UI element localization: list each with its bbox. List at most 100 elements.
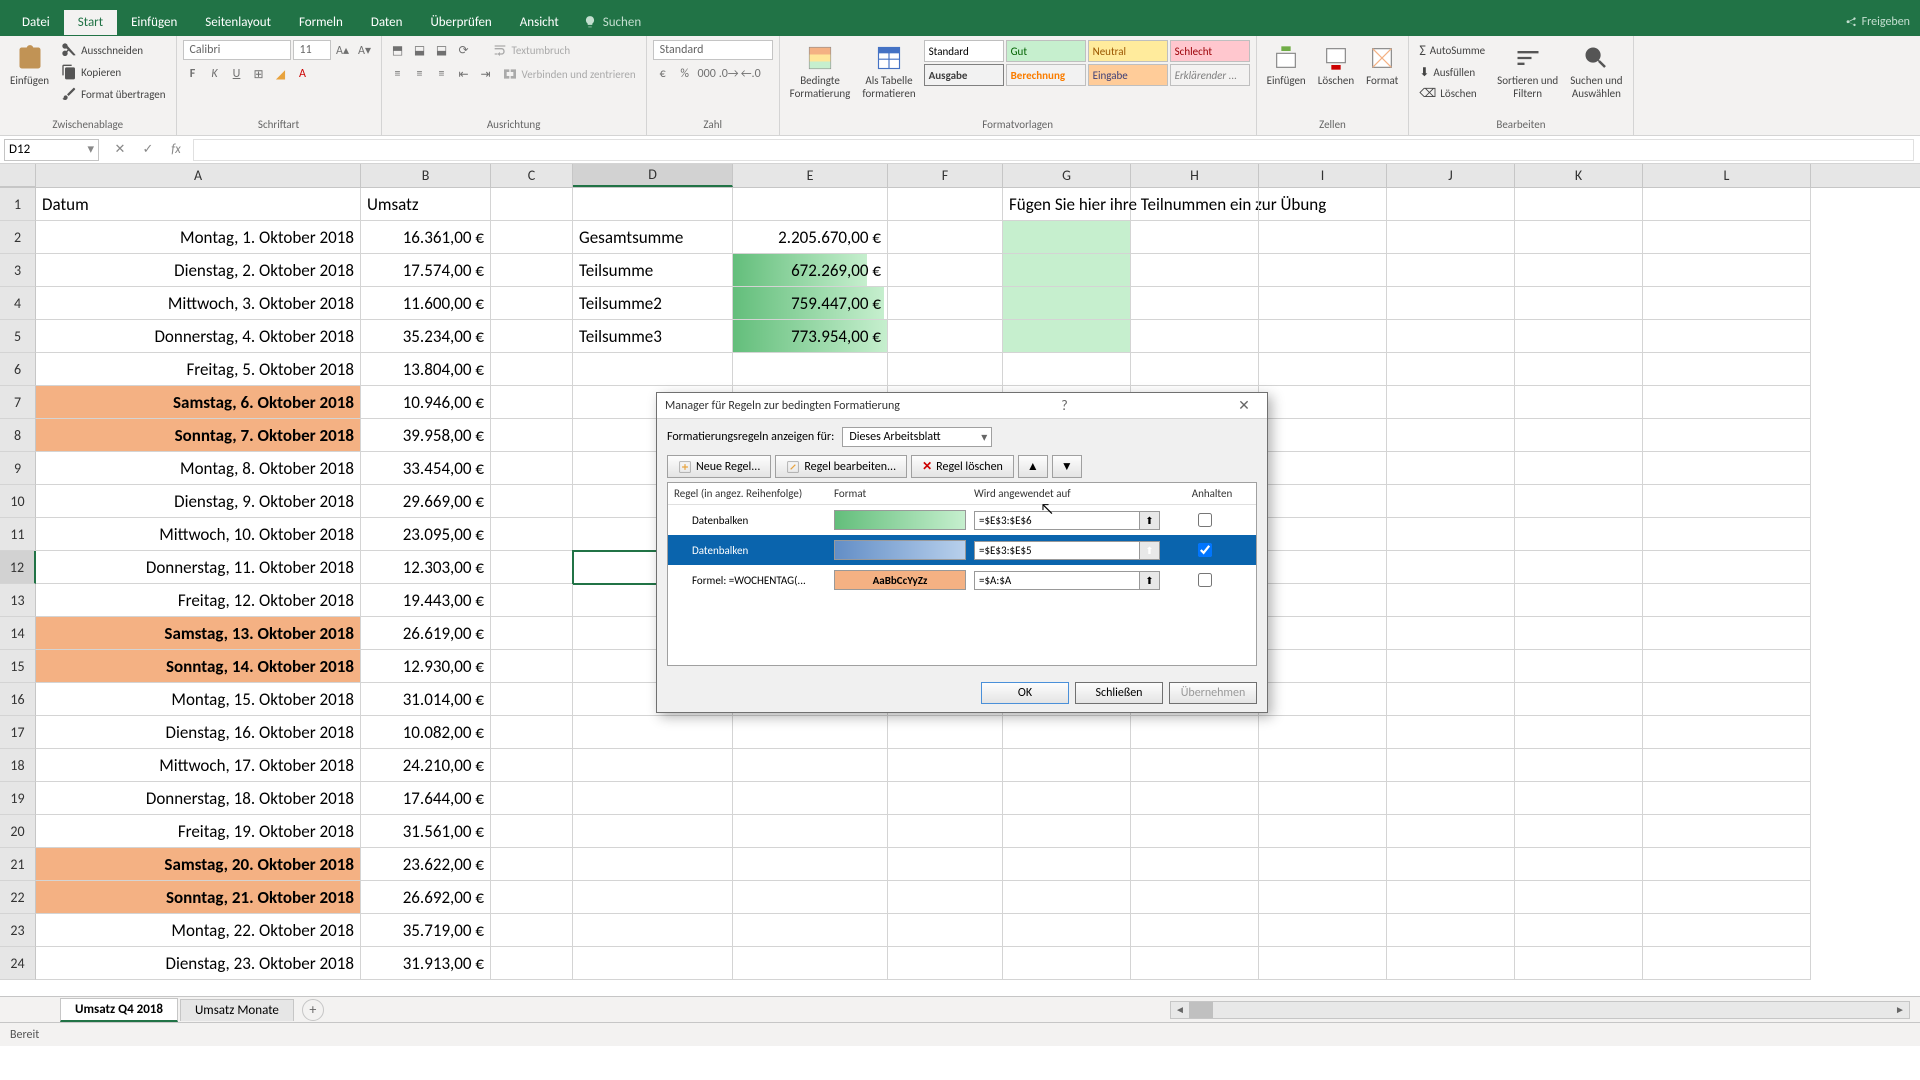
cell[interactable]	[888, 947, 1003, 980]
cell[interactable]	[491, 584, 573, 617]
cell[interactable]	[1259, 848, 1387, 881]
cell[interactable]	[1387, 221, 1515, 254]
cell[interactable]: 12.930,00 €	[361, 650, 491, 683]
cell[interactable]	[1643, 320, 1811, 353]
row-header[interactable]: 12	[0, 551, 36, 584]
cell[interactable]: 13.804,00 €	[361, 353, 491, 386]
sheet-tab-other[interactable]: Umsatz Monate	[180, 999, 294, 1021]
row-header[interactable]: 24	[0, 947, 36, 980]
row-header[interactable]: 3	[0, 254, 36, 287]
cell[interactable]	[1387, 749, 1515, 782]
col-header-a[interactable]: A	[36, 164, 361, 187]
dialog-close-button-footer[interactable]: Schließen	[1075, 682, 1163, 704]
stop-if-true-checkbox[interactable]	[1198, 573, 1212, 587]
tab-datei[interactable]: Datei	[8, 10, 64, 35]
dialog-apply-button[interactable]: Übernehmen	[1169, 682, 1257, 704]
cell[interactable]	[1259, 485, 1387, 518]
align-bottom-icon[interactable]: ⬓	[432, 40, 452, 60]
style-standard[interactable]: Standard	[924, 40, 1004, 62]
cell[interactable]: 33.454,00 €	[361, 452, 491, 485]
cell[interactable]	[1003, 782, 1131, 815]
row-header[interactable]: 22	[0, 881, 36, 914]
row-header[interactable]: 16	[0, 683, 36, 716]
cell[interactable]	[733, 716, 888, 749]
merge-center-button[interactable]: Verbinden und zentrieren	[498, 64, 640, 84]
decrease-decimal-icon[interactable]: ←.0	[741, 64, 761, 84]
cut-button[interactable]: Ausschneiden	[57, 40, 169, 60]
col-header-c[interactable]: C	[491, 164, 573, 187]
style-eingabe[interactable]: Eingabe	[1088, 64, 1168, 86]
cell[interactable]	[1259, 947, 1387, 980]
fx-button[interactable]: fx	[165, 139, 187, 161]
cell[interactable]	[1515, 287, 1643, 320]
cell[interactable]	[888, 782, 1003, 815]
cell[interactable]: 35.719,00 €	[361, 914, 491, 947]
cell[interactable]: Sonntag, 14. Oktober 2018	[36, 650, 361, 683]
move-rule-down-button[interactable]: ▼	[1052, 455, 1082, 478]
cell[interactable]	[491, 815, 573, 848]
cell[interactable]	[733, 353, 888, 386]
cell[interactable]	[1131, 221, 1259, 254]
row-header[interactable]: 8	[0, 419, 36, 452]
cell[interactable]	[888, 254, 1003, 287]
cell[interactable]	[491, 881, 573, 914]
style-gut[interactable]: Gut	[1006, 40, 1086, 62]
cell[interactable]: Dienstag, 23. Oktober 2018	[36, 947, 361, 980]
row-header[interactable]: 13	[0, 584, 36, 617]
cell[interactable]	[573, 716, 733, 749]
cell-styles-gallery[interactable]: Standard Gut Neutral Schlecht Ausgabe Be…	[924, 40, 1250, 86]
cell[interactable]	[1131, 815, 1259, 848]
cell[interactable]	[573, 848, 733, 881]
cell[interactable]	[1643, 386, 1811, 419]
cell[interactable]: Teilsumme3	[573, 320, 733, 353]
row-header[interactable]: 21	[0, 848, 36, 881]
row-header[interactable]: 19	[0, 782, 36, 815]
select-all-corner[interactable]	[0, 164, 36, 187]
cell[interactable]	[491, 254, 573, 287]
cell[interactable]: 16.361,00 €	[361, 221, 491, 254]
row-header[interactable]: 7	[0, 386, 36, 419]
cell[interactable]	[1259, 221, 1387, 254]
cell[interactable]	[573, 881, 733, 914]
cell[interactable]: Mittwoch, 10. Oktober 2018	[36, 518, 361, 551]
cell[interactable]: Datum	[36, 188, 361, 221]
col-header-e[interactable]: E	[733, 164, 888, 187]
cell[interactable]: Fügen Sie hier ihre Teilnummen ein zur Ü…	[1003, 188, 1131, 221]
cell[interactable]	[1131, 782, 1259, 815]
cell[interactable]: Samstag, 6. Oktober 2018	[36, 386, 361, 419]
cell[interactable]	[1643, 353, 1811, 386]
cell[interactable]	[1259, 914, 1387, 947]
align-left-icon[interactable]: ≡	[388, 64, 408, 84]
cell[interactable]: Teilsumme	[573, 254, 733, 287]
horizontal-scrollbar[interactable]: ◄ ►	[1170, 1001, 1910, 1019]
percent-icon[interactable]: %	[675, 64, 695, 84]
cell[interactable]	[1003, 815, 1131, 848]
cell[interactable]	[1387, 650, 1515, 683]
cell[interactable]	[1259, 188, 1387, 221]
cell[interactable]	[491, 617, 573, 650]
cell[interactable]	[1515, 716, 1643, 749]
underline-button[interactable]: U	[227, 64, 247, 84]
cell[interactable]	[1515, 782, 1643, 815]
cell[interactable]	[1387, 782, 1515, 815]
cell[interactable]	[1387, 584, 1515, 617]
cell[interactable]	[888, 320, 1003, 353]
cell[interactable]: Donnerstag, 18. Oktober 2018	[36, 782, 361, 815]
cell[interactable]: Freitag, 19. Oktober 2018	[36, 815, 361, 848]
cell[interactable]	[1515, 881, 1643, 914]
cell[interactable]	[1643, 617, 1811, 650]
cell[interactable]: 672.269,00 €	[733, 254, 888, 287]
cell[interactable]: 31.014,00 €	[361, 683, 491, 716]
cell[interactable]	[1259, 551, 1387, 584]
cell[interactable]: Montag, 8. Oktober 2018	[36, 452, 361, 485]
cell[interactable]: 39.958,00 €	[361, 419, 491, 452]
cell[interactable]: Dienstag, 2. Oktober 2018	[36, 254, 361, 287]
formula-bar[interactable]	[193, 139, 1914, 161]
cell[interactable]	[733, 947, 888, 980]
cell[interactable]	[1643, 485, 1811, 518]
cell[interactable]	[1003, 254, 1131, 287]
cell[interactable]: Samstag, 13. Oktober 2018	[36, 617, 361, 650]
cell[interactable]	[1003, 221, 1131, 254]
cell[interactable]	[1643, 683, 1811, 716]
cell[interactable]	[1259, 419, 1387, 452]
